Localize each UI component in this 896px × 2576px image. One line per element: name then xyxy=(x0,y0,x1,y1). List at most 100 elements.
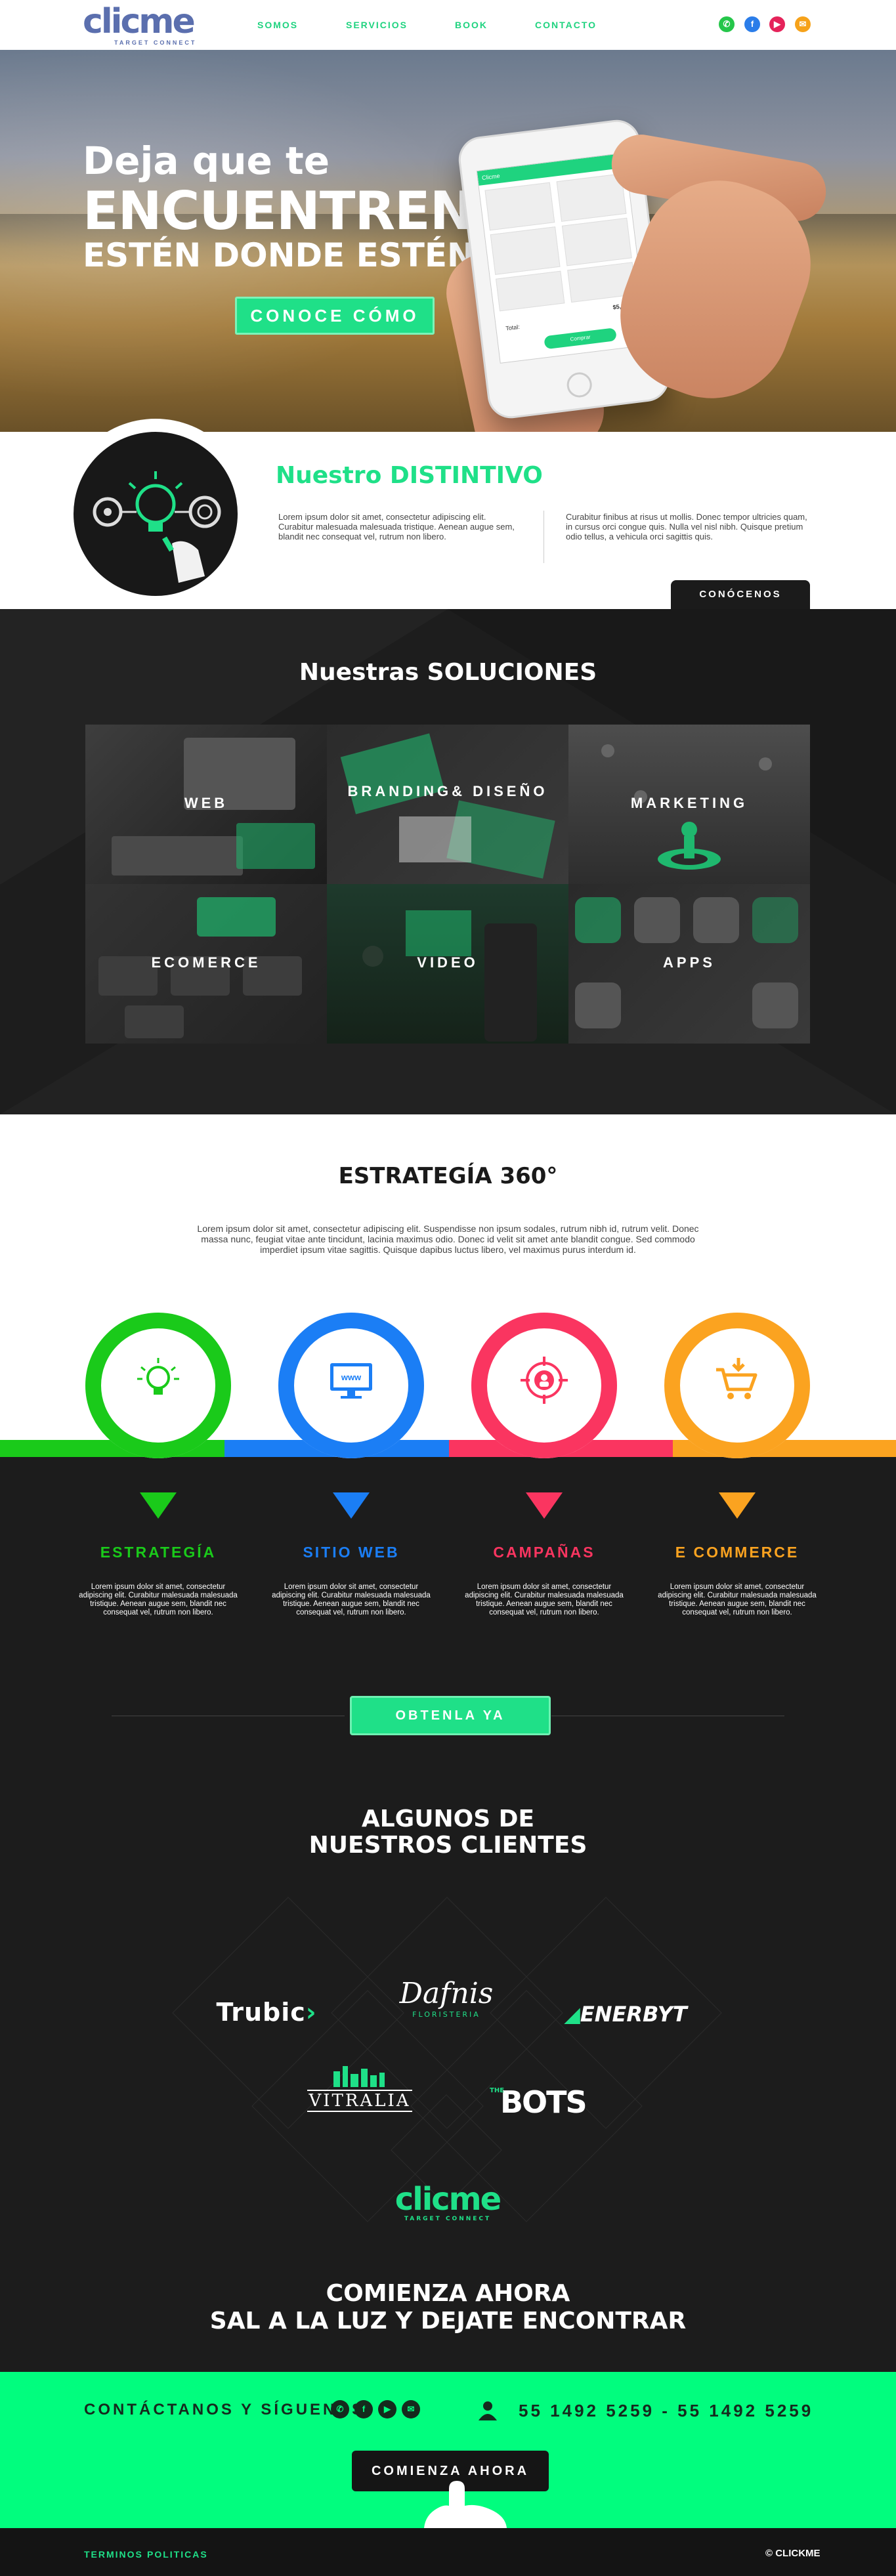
item-title-sitio-web: SITIO WEB xyxy=(303,1544,400,1561)
dafnis-logo[interactable]: Dafnis FLORISTERIA xyxy=(391,1977,502,2019)
site-header: clicme TARGET CONNECT SOMOS SERVICIOS BO… xyxy=(0,0,896,50)
item-text: Lorem ipsum dolor sit amet, consectetur … xyxy=(658,1583,817,1616)
tile-label: BRANDING& DISEÑO xyxy=(347,783,548,799)
estrategia-section: ESTRATEGÍA 360° Lorem ipsum dolor sit am… xyxy=(0,1114,896,1458)
tile-label: WEB xyxy=(184,795,228,811)
youtube-icon[interactable]: ▶ xyxy=(378,2400,396,2418)
lightbulb-icon xyxy=(137,1358,179,1395)
youtube-icon[interactable]: ▶ xyxy=(769,16,785,32)
landing-page: clicme TARGET CONNECT SOMOS SERVICIOS BO… xyxy=(0,0,896,2576)
svg-text:www: www xyxy=(341,1372,362,1382)
final-line-2: SAL A LA LUZ Y DEJATE ENCONTRAR xyxy=(209,2308,687,2334)
blue-arrow-icon xyxy=(333,1492,370,1519)
contact-phones[interactable]: 55 1492 5259 - 55 1492 5259 xyxy=(519,2401,813,2421)
pointing-hand-icon xyxy=(424,2481,507,2528)
distintivo-section: Nuestro DISTINTIVO Lorem ipsum dolor sit… xyxy=(0,419,896,609)
clicme-footer-logo-text: clicme xyxy=(395,2181,501,2218)
politicas-link[interactable]: POLITICAS xyxy=(147,2549,208,2560)
product-cell xyxy=(490,226,561,275)
tile-web[interactable]: WEB xyxy=(85,725,327,884)
logo-tagline: TARGET CONNECT xyxy=(114,39,197,46)
tile-label: APPS xyxy=(663,954,715,971)
nav-contacto[interactable]: CONTACTO xyxy=(535,20,597,30)
conoce-como-button[interactable]: CONOCE CÓMO xyxy=(235,297,435,335)
the-bots-logo[interactable]: THE BOTS xyxy=(488,2084,587,2120)
logo-text: clicme xyxy=(83,2,196,41)
orange-arrow-icon xyxy=(719,1492,756,1519)
clientes-title: ALGUNOS DE NUESTROS CLIENTES xyxy=(0,1806,896,1859)
item-text: Lorem ipsum dolor sit amet, consectetur … xyxy=(272,1583,431,1616)
clicme-footer-logo[interactable]: clicme TARGET CONNECT xyxy=(389,2183,507,2222)
product-cell xyxy=(496,270,565,312)
clientes-title-line-2: NUESTROS CLIENTES xyxy=(309,1832,587,1859)
item-title-ecommerce: E COMMERCE xyxy=(675,1544,800,1561)
soluciones-grid: WEB BRANDING& DISEÑO MARKETING ECOMERCE … xyxy=(85,725,810,1044)
trubic-logo[interactable]: Trubic› xyxy=(207,1998,326,2027)
facebook-icon[interactable]: f xyxy=(354,2400,373,2418)
dafnis-logo-text: Dafnis xyxy=(399,1977,494,2010)
item-text: Lorem ipsum dolor sit amet, consectetur … xyxy=(79,1583,238,1616)
estrategia-paragraph: Lorem ipsum dolor sit amet, consectetur … xyxy=(197,1223,699,1255)
tile-marketing[interactable]: MARKETING xyxy=(568,725,810,884)
item-title-campanas: CAMPAÑAS xyxy=(493,1544,595,1561)
nav-book[interactable]: BOOK xyxy=(455,20,488,30)
nav-somos[interactable]: SOMOS xyxy=(257,20,298,30)
trubic-logo-text: Trubic xyxy=(216,1998,306,2027)
whatsapp-icon[interactable]: ✆ xyxy=(331,2400,349,2418)
vitralia-logo[interactable]: VITRALIA xyxy=(307,2063,412,2112)
enerbyt-mark-icon: ◢ xyxy=(564,2002,580,2027)
terminos-link[interactable]: TERMINOS xyxy=(84,2549,143,2560)
email-icon[interactable]: ✉ xyxy=(795,16,811,32)
email-icon[interactable]: ✉ xyxy=(402,2400,420,2418)
tile-branding[interactable]: BRANDING& DISEÑO xyxy=(327,725,568,884)
facebook-icon[interactable]: f xyxy=(744,16,760,32)
obtenla-ya-button[interactable]: OBTENLA YA xyxy=(350,1696,551,1735)
contact-label: CONTÁCTANOS Y SÍGUENOS xyxy=(84,2401,366,2418)
tile-label: ECOMERCE xyxy=(151,954,261,971)
tile-video[interactable]: VIDEO xyxy=(327,884,568,1044)
trubic-arrow-icon: › xyxy=(305,1998,317,2027)
phone-home-button xyxy=(565,371,593,399)
campaign-ring xyxy=(471,1313,617,1458)
nav-servicios[interactable]: SERVICIOS xyxy=(346,20,408,30)
estrategia-details: ESTRATEGÍA SITIO WEB CAMPAÑAS E COMMERCE… xyxy=(0,1458,896,1793)
shopping-cart-icon xyxy=(716,1358,757,1399)
estrategia-title: ESTRATEGÍA 360° xyxy=(338,1163,558,1189)
www-monitor-icon: www xyxy=(330,1363,372,1399)
tile-apps[interactable]: APPS xyxy=(568,884,810,1044)
item-text: Lorem ipsum dolor sit amet, consectetur … xyxy=(465,1583,624,1616)
distintivo-paragraph-2: Curabitur finibus at risus ut mollis. Do… xyxy=(566,512,807,541)
site-footer: TERMINOS POLITICAS © CLICKME xyxy=(0,2528,896,2576)
product-cell xyxy=(561,217,632,266)
conocenos-button[interactable]: CONÓCENOS xyxy=(671,580,810,609)
final-line-1: COMIENZA AHORA xyxy=(326,2280,570,2307)
clicme-logo[interactable]: clicme TARGET CONNECT xyxy=(83,3,201,49)
vitralia-logo-text: VITRALIA xyxy=(307,2090,412,2112)
copyright: © CLICKME xyxy=(765,2548,821,2559)
tile-label: MARKETING xyxy=(630,795,748,811)
soluciones-title: Nuestras SOLUCIONES xyxy=(299,659,597,686)
soluciones-section: Nuestras SOLUCIONES WEB BRANDING& DISEÑO… xyxy=(0,609,896,1114)
web-ring: www xyxy=(278,1313,424,1458)
whatsapp-icon[interactable]: ✆ xyxy=(719,16,735,32)
red-arrow-icon xyxy=(526,1492,563,1519)
hero-line-3: ESTÉN DONDE ESTÉN xyxy=(83,236,475,274)
distintivo-badge xyxy=(60,419,251,609)
strategy-ring xyxy=(85,1313,231,1458)
contact-band: CONTÁCTANOS Y SÍGUENOS ✆ f ▶ ✉ 55 1492 5… xyxy=(0,2372,896,2528)
enerbyt-logo[interactable]: ◢ENERBYT xyxy=(563,2002,688,2027)
distintivo-image xyxy=(74,432,238,596)
dafnis-logo-sub: FLORISTERIA xyxy=(412,2010,480,2019)
distintivo-paragraph-1: Lorem ipsum dolor sit amet, consectetur … xyxy=(278,512,515,541)
ecommerce-ring xyxy=(664,1313,810,1458)
clicme-footer-logo-tagline: TARGET CONNECT xyxy=(404,2216,492,2222)
clientes-title-line-1: ALGUNOS DE xyxy=(361,1805,535,1832)
city-skyline-icon xyxy=(333,2066,385,2087)
branding-photo xyxy=(340,733,555,879)
hero-line-2: ENCUENTREN xyxy=(83,180,474,242)
phone-buy-button: Comprar xyxy=(544,327,617,350)
distintivo-title: Nuestro DISTINTIVO xyxy=(276,462,543,489)
tile-ecomerce[interactable]: ECOMERCE xyxy=(85,884,327,1044)
product-cell xyxy=(484,182,555,231)
idea-gears-illustration xyxy=(93,471,221,583)
